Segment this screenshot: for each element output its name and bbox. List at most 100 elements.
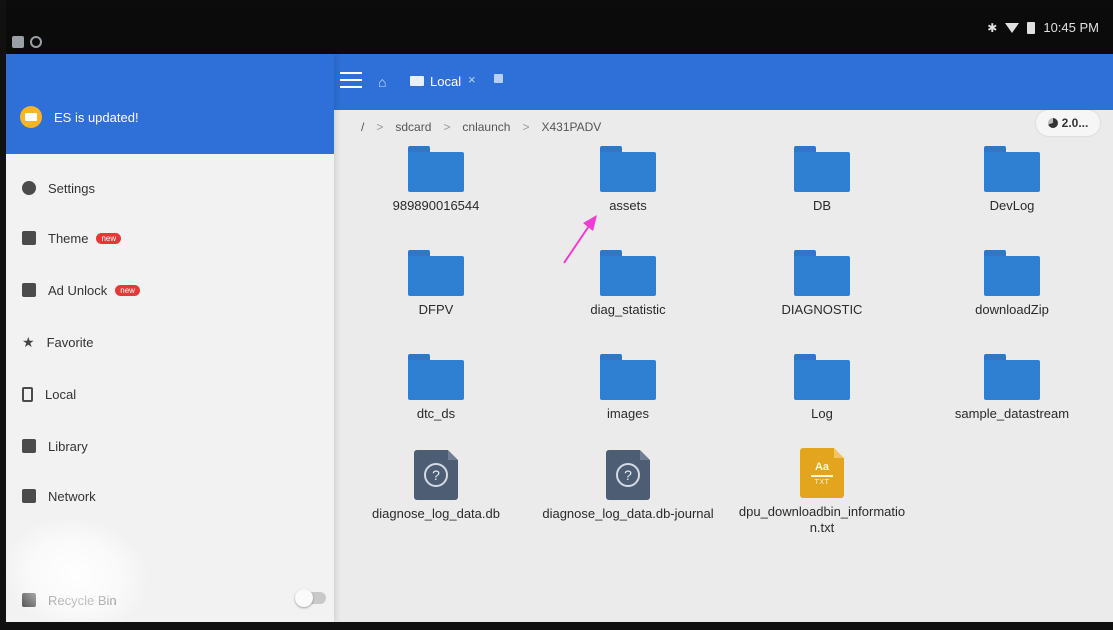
- breadcrumb: / > sdcard > cnlaunch > X431PADV: [361, 116, 601, 138]
- file-name: images: [607, 406, 649, 421]
- breadcrumb-separator-icon: >: [376, 120, 384, 134]
- file-item[interactable]: DIAGNOSTIC: [727, 244, 917, 344]
- file-name: DIAGNOSTIC: [781, 302, 863, 317]
- drawer-item-label: Theme: [48, 230, 89, 246]
- file-item[interactable]: 989890016544: [341, 140, 531, 240]
- breadcrumb-item-x431padv[interactable]: X431PADV: [541, 120, 601, 134]
- breadcrumb-item-sdcard[interactable]: sdcard: [395, 120, 431, 134]
- file-name: Log: [811, 406, 833, 421]
- file-name: diag_statistic: [590, 302, 666, 317]
- folder-icon: [794, 354, 850, 400]
- drawer-item-label: Favorite: [46, 334, 94, 350]
- storage-usage-label: 2.0...: [1061, 116, 1089, 130]
- text-file-icon: Aa TXT: [800, 448, 844, 498]
- status-time: 10:45 PM: [1043, 20, 1099, 35]
- folder-icon: [984, 354, 1040, 400]
- file-name: DevLog: [989, 198, 1035, 213]
- drawer-item-ad-unlock[interactable]: Ad Unlock new: [6, 270, 334, 310]
- device-bezel-bottom: [0, 622, 1113, 630]
- file-name: sample_datastream: [954, 406, 1070, 421]
- status-right: ✱ 10:45 PM: [987, 20, 1099, 35]
- library-icon: [22, 439, 36, 453]
- drawer-item-label: Settings: [48, 180, 95, 196]
- unknown-file-icon: ?: [414, 450, 458, 500]
- new-badge: new: [96, 232, 122, 244]
- folder-icon: [600, 354, 656, 400]
- file-item[interactable]: dtc_ds: [341, 348, 531, 448]
- tab-local[interactable]: Local: [400, 66, 501, 96]
- breadcrumb-root[interactable]: /: [361, 120, 364, 134]
- home-icon[interactable]: ⌂: [378, 74, 386, 90]
- status-bar: ✱ 10:45 PM: [6, 8, 1113, 54]
- bluetooth-icon: ✱: [987, 20, 998, 35]
- file-item[interactable]: ? diagnose_log_data.db: [341, 446, 531, 546]
- trash-icon: [22, 593, 36, 607]
- folder-icon: [408, 250, 464, 296]
- breadcrumb-separator-icon: >: [522, 120, 530, 134]
- file-name: dtc_ds: [416, 406, 456, 421]
- status-left-icons: [12, 36, 42, 48]
- gear-icon: [22, 181, 36, 195]
- mail-icon: [20, 106, 42, 128]
- hamburger-menu-icon[interactable]: [340, 72, 362, 90]
- shirt-icon: [22, 231, 36, 245]
- wifi-icon: [1005, 22, 1020, 33]
- folder-icon: [794, 250, 850, 296]
- breadcrumb-separator-icon: >: [443, 120, 451, 134]
- file-name: 989890016544: [392, 198, 480, 213]
- phone-icon: [22, 386, 33, 402]
- drawer-header: ES is updated!: [6, 54, 334, 154]
- file-grid: 989890016544 assets DB DevLog DFPV diag_…: [341, 140, 1111, 540]
- device-screen: ✱ 10:45 PM ⌂ Local × / > sdcard > cnlaun…: [6, 8, 1113, 622]
- battery-icon: [1027, 21, 1036, 34]
- folder-icon: [408, 146, 464, 192]
- drawer-item-favorite[interactable]: ★ Favorite: [6, 322, 334, 362]
- annotation-arrow-icon: [563, 215, 597, 264]
- file-name: DFPV: [418, 302, 454, 317]
- file-name: DB: [812, 198, 832, 213]
- file-name: diagnose_log_data.db: [372, 506, 500, 521]
- recycle-bin-toggle[interactable]: [295, 589, 326, 607]
- folder-icon: [408, 354, 464, 400]
- file-item[interactable]: sample_datastream: [917, 348, 1107, 448]
- unlock-icon: [22, 283, 36, 297]
- drawer-item-theme[interactable]: Theme new: [6, 218, 334, 258]
- drawer-item-library[interactable]: Library: [6, 426, 334, 466]
- file-name: diagnose_log_data.db-journal: [542, 506, 714, 521]
- drawer-item-label: Local: [45, 386, 77, 402]
- drawer-item-label: Library: [48, 438, 88, 454]
- drawer-item-label: Network: [48, 488, 96, 504]
- file-item[interactable]: Aa TXT dpu_downloadbin_information.txt: [727, 446, 917, 546]
- drawer-item-label: Ad Unlock: [48, 282, 108, 298]
- navigation-drawer: ES is updated! Settings Theme new Ad Unl…: [6, 54, 334, 622]
- file-item[interactable]: DFPV: [341, 244, 531, 344]
- file-item[interactable]: DevLog: [917, 140, 1107, 240]
- file-item[interactable]: images: [533, 348, 723, 448]
- tab-folder-icon: [410, 76, 424, 86]
- file-name: dpu_downloadbin_information.txt: [738, 504, 906, 535]
- folder-icon: [984, 146, 1040, 192]
- drawer-item-label: Recycle Bin: [48, 592, 117, 608]
- update-message[interactable]: ES is updated!: [54, 110, 139, 125]
- folder-icon: [984, 250, 1040, 296]
- notification-clock-icon: [30, 36, 42, 48]
- drawer-item-recycle-bin[interactable]: Recycle Bin: [6, 580, 334, 620]
- breadcrumb-item-cnlaunch[interactable]: cnlaunch: [462, 120, 510, 134]
- device-bezel-top: [0, 0, 1113, 8]
- folder-icon: [600, 146, 656, 192]
- drawer-item-settings[interactable]: Settings: [6, 168, 334, 208]
- new-window-icon[interactable]: [494, 74, 503, 83]
- file-item[interactable]: Log: [727, 348, 917, 448]
- notification-app-icon: [12, 36, 24, 48]
- tab-close-icon[interactable]: ×: [468, 72, 476, 87]
- tab-local-label: Local: [430, 73, 462, 89]
- file-item[interactable]: DB: [727, 140, 917, 240]
- new-badge: new: [115, 284, 140, 296]
- unknown-file-icon: ?: [606, 450, 650, 500]
- drawer-item-local[interactable]: Local: [6, 374, 334, 414]
- file-name: downloadZip: [975, 302, 1049, 317]
- file-item[interactable]: ? diagnose_log_data.db-journal: [533, 446, 723, 546]
- storage-usage-chip[interactable]: 2.0...: [1036, 110, 1100, 136]
- file-item[interactable]: downloadZip: [917, 244, 1107, 344]
- drawer-item-network[interactable]: Network: [6, 476, 334, 516]
